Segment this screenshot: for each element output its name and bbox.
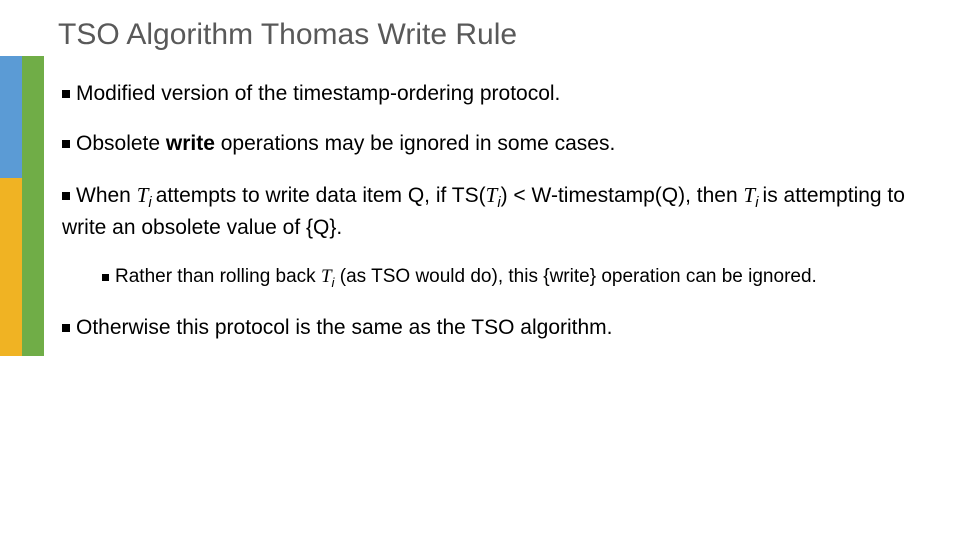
slide-title: TSO Algorithm Thomas Write Rule [58,18,517,52]
sub-i: i [148,195,155,211]
bullet-2-bold: write [166,132,215,155]
bullet-icon [62,90,70,98]
sub-bullet-1: Rather than rolling back Ti (as TSO woul… [102,264,920,292]
accent-bar-green [22,56,44,356]
bullet-3-a: When [76,184,137,207]
slide-body: Modified version of the timestamp-orderi… [62,80,920,364]
var-T: T [137,183,149,207]
bullet-3-c: ) < W-timestamp(Q), then [501,184,744,207]
sub-bullet-1-a: Rather than rolling back [115,266,321,287]
bullet-icon [102,274,109,281]
bullet-2-pre: Obsolete [76,132,166,155]
var-T: T [486,183,498,207]
sub-i: i [755,195,762,211]
sub-bullet-1-b: (as TSO would do), this {write} operatio… [335,266,817,287]
bullet-icon [62,324,70,332]
bullet-2: Obsolete write operations may be ignored… [62,130,920,158]
accent-bar-blue [0,56,22,178]
bullet-4: Otherwise this protocol is the same as t… [62,314,920,342]
bullet-1: Modified version of the timestamp-orderi… [62,80,920,108]
bullet-icon [62,140,70,148]
accent-bar-yellow [0,178,22,356]
bullet-4-text: Otherwise this protocol is the same as t… [76,316,613,339]
var-T: T [744,183,756,207]
bullet-1-text: Modified version of the timestamp-orderi… [76,82,560,105]
bullet-3: When Ti attempts to write data item Q, i… [62,181,920,242]
bullet-2-post: operations may be ignored in some cases. [215,132,615,155]
bullet-3-b: attempts to write data item Q, if TS( [156,184,486,207]
bullet-icon [62,192,70,200]
var-T: T [321,266,332,287]
